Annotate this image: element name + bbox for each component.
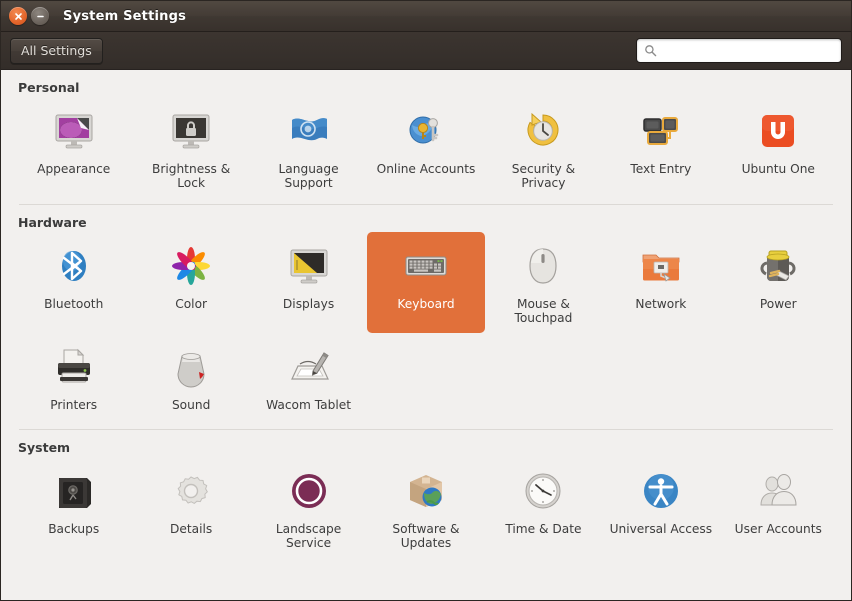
settings-item-label: Network xyxy=(635,296,687,311)
settings-item-mouse-touchpad[interactable]: Mouse & Touchpad xyxy=(485,232,602,333)
section-personal: Personal Appearance Brightness & Lock La… xyxy=(1,70,851,198)
section-system: System Backups Details Landscape Service… xyxy=(1,430,851,558)
settings-item-label: Sound xyxy=(171,397,211,412)
title-bar: System Settings xyxy=(1,1,851,32)
settings-item-appearance[interactable]: Appearance xyxy=(15,97,132,198)
universal-access-icon xyxy=(636,466,686,516)
section-heading-personal: Personal xyxy=(18,80,80,95)
settings-item-displays[interactable]: Displays xyxy=(250,232,367,333)
settings-item-language-support[interactable]: Language Support xyxy=(250,97,367,198)
brightness-lock-icon xyxy=(166,106,216,156)
section-hardware: Hardware Bluetooth Color Displays Keyboa… xyxy=(1,205,851,423)
settings-item-bluetooth[interactable]: Bluetooth xyxy=(15,232,132,333)
search-field[interactable] xyxy=(636,38,842,63)
grid-system: Backups Details Landscape Service Softwa… xyxy=(15,457,837,558)
settings-item-network[interactable]: Network xyxy=(602,232,719,333)
language-support-icon xyxy=(284,106,334,156)
settings-item-label: Ubuntu One xyxy=(741,162,815,176)
settings-item-label: Language Support xyxy=(278,162,339,191)
settings-item-label: Brightness & Lock xyxy=(151,162,231,191)
settings-item-security-privacy[interactable]: Security & Privacy xyxy=(485,97,602,198)
settings-item-label: User Accounts xyxy=(734,521,822,536)
online-accounts-icon xyxy=(401,106,451,156)
settings-item-universal-access[interactable]: Universal Access xyxy=(602,457,719,558)
displays-icon xyxy=(284,241,334,291)
settings-item-details[interactable]: Details xyxy=(132,457,249,558)
settings-item-text-entry[interactable]: Text Entry xyxy=(602,97,719,198)
settings-item-label: Details xyxy=(170,521,213,536)
all-settings-label: All Settings xyxy=(21,43,92,58)
settings-item-software-updates[interactable]: Software & Updates xyxy=(367,457,484,558)
settings-item-label: Software & Updates xyxy=(392,521,460,550)
settings-item-label: Online Accounts xyxy=(376,162,476,176)
settings-item-sound[interactable]: Sound xyxy=(132,333,249,423)
settings-item-label: Text Entry xyxy=(630,162,692,176)
settings-item-printers[interactable]: Printers xyxy=(15,333,132,423)
settings-item-ubuntu-one[interactable]: Ubuntu One xyxy=(720,97,837,198)
settings-item-online-accounts[interactable]: Online Accounts xyxy=(367,97,484,198)
color-icon xyxy=(166,241,216,291)
backups-icon xyxy=(49,466,99,516)
settings-item-label: Appearance xyxy=(37,162,111,176)
user-accounts-icon xyxy=(753,466,803,516)
settings-item-landscape-service[interactable]: Landscape Service xyxy=(250,457,367,558)
landscape-service-icon xyxy=(284,466,334,516)
details-icon xyxy=(166,466,216,516)
settings-item-label: Backups xyxy=(48,521,100,536)
settings-item-label: Power xyxy=(759,296,797,311)
grid-personal: Appearance Brightness & Lock Language Su… xyxy=(15,97,837,198)
settings-item-label: Time & Date xyxy=(505,521,582,536)
settings-item-wacom-tablet[interactable]: Wacom Tablet xyxy=(250,333,367,423)
settings-item-label: Mouse & Touchpad xyxy=(514,296,573,326)
grid-hardware: Bluetooth Color Displays Keyboard Mouse … xyxy=(15,231,837,423)
minimize-button[interactable] xyxy=(31,7,49,25)
wacom-tablet-icon xyxy=(284,342,334,392)
settings-item-time-date[interactable]: Time & Date xyxy=(485,457,602,558)
settings-item-label: Landscape Service xyxy=(275,521,342,550)
mouse-touchpad-icon xyxy=(518,241,568,291)
settings-item-backups[interactable]: Backups xyxy=(15,457,132,558)
time-date-icon xyxy=(518,466,568,516)
appearance-icon xyxy=(49,106,99,156)
security-privacy-icon xyxy=(518,106,568,156)
settings-item-power[interactable]: Power xyxy=(720,232,837,333)
settings-item-label: Bluetooth xyxy=(44,296,104,311)
settings-item-label: Color xyxy=(175,296,208,311)
toolbar: All Settings xyxy=(1,32,851,70)
text-entry-icon xyxy=(636,106,686,156)
network-icon xyxy=(636,241,686,291)
all-settings-button[interactable]: All Settings xyxy=(10,37,103,64)
software-updates-icon xyxy=(401,466,451,516)
settings-item-keyboard[interactable]: Keyboard xyxy=(367,231,485,333)
keyboard-icon xyxy=(401,241,451,291)
settings-content: Personal Appearance Brightness & Lock La… xyxy=(1,70,851,600)
sound-icon xyxy=(166,342,216,392)
settings-item-label: Printers xyxy=(50,397,98,412)
bluetooth-icon xyxy=(49,241,99,291)
settings-item-label: Wacom Tablet xyxy=(266,397,352,412)
section-heading-hardware: Hardware xyxy=(18,214,87,230)
close-button[interactable] xyxy=(9,7,27,25)
settings-item-label: Security & Privacy xyxy=(511,162,576,191)
ubuntu-one-icon xyxy=(753,106,803,156)
settings-item-brightness-lock[interactable]: Brightness & Lock xyxy=(132,97,249,198)
settings-item-user-accounts[interactable]: User Accounts xyxy=(720,457,837,558)
settings-item-color[interactable]: Color xyxy=(132,232,249,333)
settings-item-label: Keyboard xyxy=(397,296,455,311)
settings-item-label: Displays xyxy=(282,296,335,311)
window-title: System Settings xyxy=(63,8,187,24)
settings-item-label: Universal Access xyxy=(609,521,713,536)
system-settings-window: System Settings All Settings Personal Ap… xyxy=(0,0,852,601)
printers-icon xyxy=(49,342,99,392)
section-heading-system: System xyxy=(18,439,71,455)
search-input[interactable] xyxy=(663,43,834,58)
search-icon xyxy=(644,44,657,57)
power-icon xyxy=(753,241,803,291)
